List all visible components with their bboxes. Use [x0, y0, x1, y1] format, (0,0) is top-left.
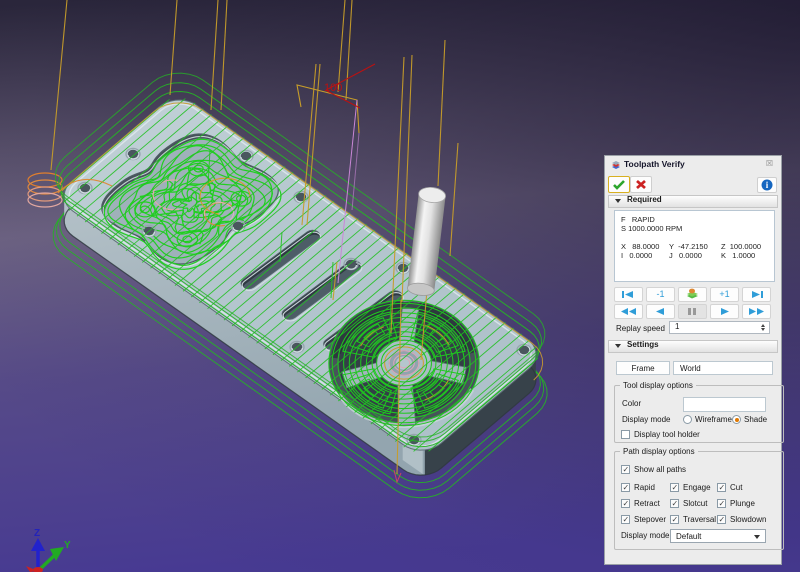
svg-text:100: 100 [324, 82, 342, 94]
svg-text:Y: Y [64, 540, 71, 551]
svg-text:Z: Z [34, 528, 40, 539]
